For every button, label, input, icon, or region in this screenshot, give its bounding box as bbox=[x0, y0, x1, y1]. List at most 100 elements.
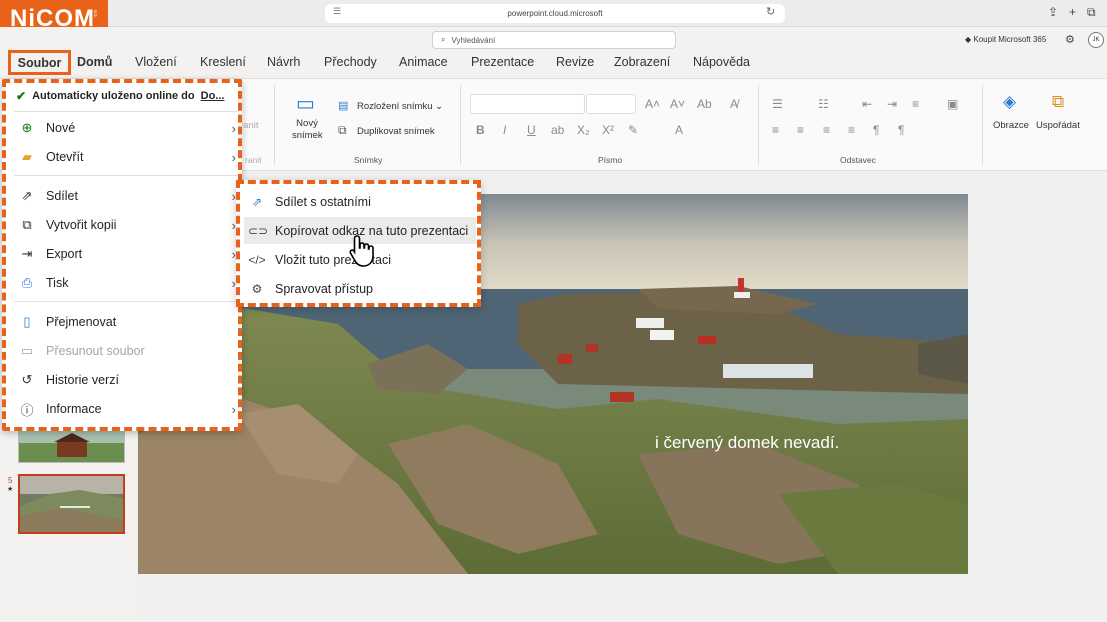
superscript-icon[interactable]: X² bbox=[602, 123, 614, 137]
menu-item-label: Sdílet bbox=[46, 189, 78, 203]
align-center-icon[interactable]: ≡ bbox=[797, 123, 804, 137]
chevron-right-icon: › bbox=[231, 401, 236, 417]
tab-kresleni[interactable]: Kreslení bbox=[200, 55, 246, 69]
tab-prechody[interactable]: Přechody bbox=[324, 55, 377, 69]
copy-icon: ⧉ bbox=[22, 217, 32, 232]
autosave-text: Automaticky uloženo online do bbox=[32, 90, 195, 102]
bullets-icon[interactable]: ☰ bbox=[772, 97, 783, 111]
numbering-icon[interactable]: ☷ bbox=[818, 97, 829, 111]
layout-button[interactable]: Rozložení snímku ⌄ bbox=[357, 101, 443, 112]
tab-revize[interactable]: Revize bbox=[556, 55, 594, 69]
menu-item-label: Historie verzí bbox=[46, 373, 119, 387]
share-icon: ⇗ bbox=[21, 188, 33, 203]
font-color-icon[interactable]: A bbox=[675, 123, 683, 137]
clear-format-icon[interactable]: A̸ bbox=[730, 97, 738, 111]
menu-item-sdilet[interactable]: ⇗ Sdílet › bbox=[16, 183, 240, 209]
ribbon-divider bbox=[274, 85, 275, 165]
arrange-icon: ⧉ bbox=[1052, 92, 1065, 111]
menu-item-informace[interactable]: ⓘ Informace › bbox=[16, 396, 240, 422]
menu-item-nove[interactable]: ⊕ Nové › bbox=[16, 115, 240, 141]
line-spacing-icon[interactable]: ≡ bbox=[912, 97, 919, 111]
menu-item-label: Otevřít bbox=[46, 150, 84, 164]
history-icon: ↺ bbox=[21, 372, 33, 387]
submenu-item-label: Spravovat přístup bbox=[275, 281, 373, 296]
group-label-font: Písmo bbox=[598, 155, 623, 165]
decrease-indent-icon[interactable]: ⇤ bbox=[862, 97, 872, 111]
menu-item-historie-verzi[interactable]: ↺ Historie verzí bbox=[16, 367, 240, 393]
slide-thumbnail-selected[interactable] bbox=[18, 474, 125, 534]
menu-item-otevrit[interactable]: ▰ Otevřít › bbox=[16, 144, 240, 170]
tab-napoveda[interactable]: Nápověda bbox=[693, 55, 750, 69]
tab-prezentace[interactable]: Prezentace bbox=[471, 55, 534, 69]
shapes-button[interactable]: Obrazce bbox=[993, 120, 1029, 131]
ribbon-divider bbox=[460, 85, 461, 165]
share-icon[interactable]: ⇪ bbox=[1048, 5, 1058, 19]
gear-icon[interactable]: ⚙ bbox=[1065, 33, 1075, 46]
tab-navrh[interactable]: Návrh bbox=[267, 55, 300, 69]
search-input[interactable]: ⌕ Vyhledávání bbox=[432, 31, 676, 49]
duplicate-slide-button[interactable]: Duplikovat snímek bbox=[357, 126, 435, 137]
menu-item-tisk[interactable]: ⎙ Tisk › bbox=[16, 270, 240, 296]
ribbon-divider bbox=[758, 85, 759, 165]
bold-icon[interactable]: B bbox=[476, 123, 485, 137]
address-bar[interactable]: powerpoint.cloud.microsoft bbox=[325, 4, 785, 23]
autosave-status: ✔ Automaticky uloženo online do Do... bbox=[16, 89, 224, 103]
tabs-overview-icon[interactable]: ⧉ bbox=[1087, 5, 1096, 20]
new-slide-icon[interactable]: ▭ bbox=[296, 91, 315, 116]
group-label-slides: Snímky bbox=[354, 155, 383, 165]
menu-item-label: Informace bbox=[46, 402, 102, 416]
change-case-icon[interactable]: Ab bbox=[697, 97, 712, 111]
autosave-location-link[interactable]: Do... bbox=[201, 90, 225, 102]
menu-divider bbox=[14, 301, 238, 302]
increase-indent-icon[interactable]: ⇥ bbox=[887, 97, 897, 111]
submenu-item-spravovat-pristup[interactable]: ⚙ Spravovat přístup bbox=[244, 275, 476, 302]
subscript-icon[interactable]: X₂ bbox=[577, 123, 590, 137]
menu-item-label: Nové bbox=[46, 121, 76, 135]
italic-icon[interactable]: I bbox=[503, 123, 506, 137]
justify-icon[interactable]: ≡ bbox=[848, 123, 855, 137]
tab-vlozeni[interactable]: Vložení bbox=[135, 55, 177, 69]
tab-zobrazeni[interactable]: Zobrazení bbox=[614, 55, 670, 69]
search-placeholder: Vyhledávání bbox=[451, 35, 496, 45]
gear-icon: ⚙ bbox=[251, 281, 263, 296]
tab-animace[interactable]: Animace bbox=[399, 55, 448, 69]
menu-divider bbox=[14, 111, 238, 112]
font-name-select[interactable] bbox=[470, 94, 585, 114]
ribbon-divider bbox=[982, 85, 983, 165]
avatar[interactable]: JK bbox=[1088, 32, 1104, 48]
chevron-down-icon: ⌄ bbox=[435, 101, 444, 112]
clipboard-group-partial: ranit bbox=[245, 155, 262, 165]
site-settings-icon[interactable]: ☰ bbox=[333, 6, 341, 17]
highlight-icon[interactable]: ✎ bbox=[628, 123, 638, 137]
align-left-icon[interactable]: ≡ bbox=[772, 123, 779, 137]
slide-caption[interactable]: i červený domek nevadí. bbox=[655, 433, 839, 453]
reload-icon[interactable]: ↻ bbox=[766, 5, 775, 18]
shrink-font-icon[interactable]: A˅ bbox=[670, 97, 685, 111]
ltr-icon[interactable]: ¶ bbox=[873, 123, 879, 137]
text-box-icon[interactable]: ▣ bbox=[947, 97, 958, 111]
strikethrough-icon[interactable]: ab bbox=[551, 123, 564, 137]
clipboard-label-partial: ranit bbox=[240, 120, 259, 131]
slide-thumbnail[interactable] bbox=[18, 430, 125, 463]
underline-icon[interactable]: U bbox=[527, 123, 536, 137]
buy-microsoft-365-link[interactable]: ◆ Koupit Microsoft 365 bbox=[965, 35, 1046, 44]
submenu-item-sdilet-s-ostatnimi[interactable]: ⇗ Sdílet s ostatními bbox=[244, 188, 476, 215]
menu-item-label: Přejmenovat bbox=[46, 315, 117, 329]
menu-item-export[interactable]: ⇥ Export › bbox=[16, 241, 240, 267]
new-tab-icon[interactable]: + bbox=[1069, 5, 1076, 19]
menu-item-label: Tisk bbox=[46, 276, 69, 290]
font-size-select[interactable] bbox=[586, 94, 636, 114]
menu-item-label: Vytvořit kopii bbox=[46, 218, 117, 232]
new-slide-button[interactable]: Nový snímek bbox=[292, 118, 323, 142]
menu-item-prejmenovat[interactable]: ▯ Přejmenovat bbox=[16, 309, 240, 335]
layout-icon: ▤ bbox=[338, 100, 349, 112]
align-right-icon[interactable]: ≡ bbox=[823, 123, 830, 137]
grow-font-icon[interactable]: A˄ bbox=[645, 97, 660, 111]
buy-label: Koupit Microsoft 365 bbox=[973, 35, 1047, 44]
menu-item-presunout-soubor: ▭ Přesunout soubor bbox=[16, 338, 240, 364]
tab-domu[interactable]: Domů bbox=[77, 55, 112, 69]
rtl-icon[interactable]: ¶ bbox=[898, 123, 904, 137]
tab-soubor[interactable]: Soubor bbox=[8, 50, 71, 75]
menu-item-vytvorit-kopii[interactable]: ⧉ Vytvořit kopii › bbox=[16, 212, 240, 238]
arrange-button[interactable]: Uspořádat bbox=[1036, 120, 1080, 131]
